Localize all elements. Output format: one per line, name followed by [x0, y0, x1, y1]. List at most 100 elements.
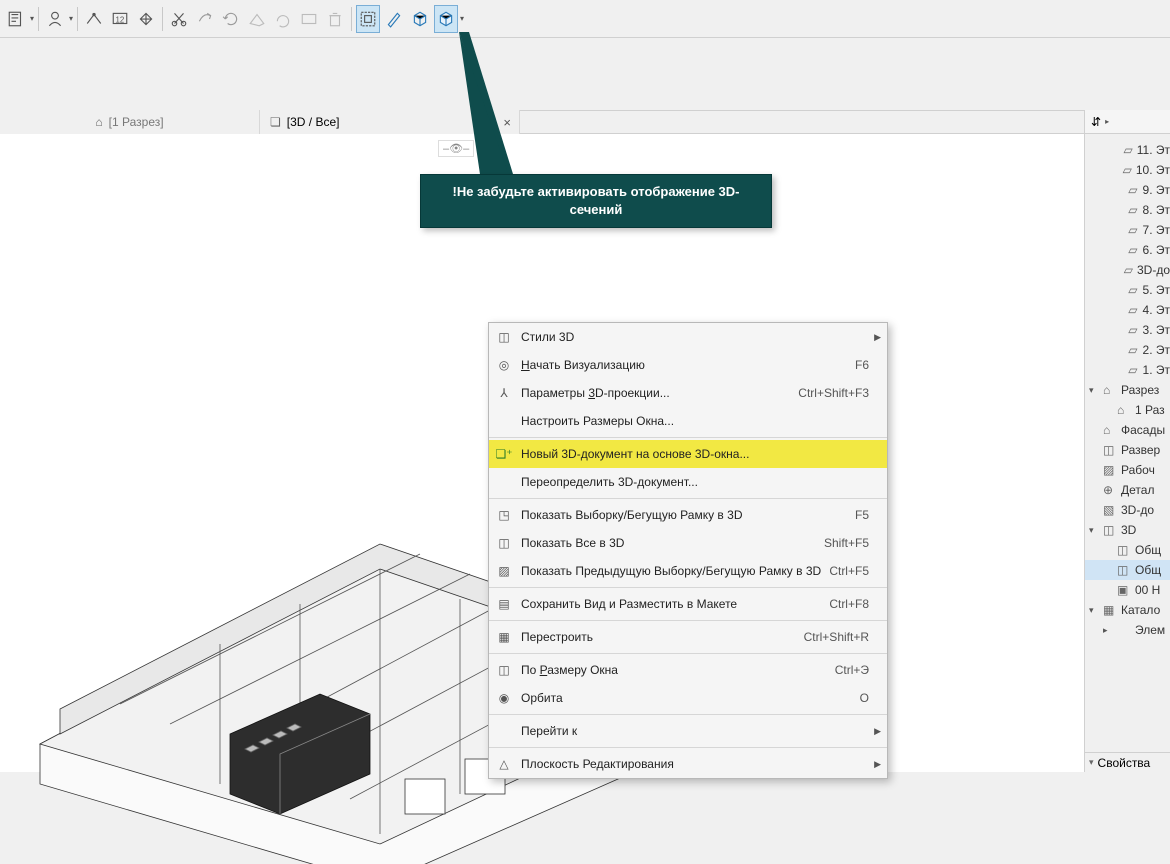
tree-item-icon: ▱	[1128, 203, 1138, 217]
tree-item-label: Фасады	[1121, 423, 1165, 437]
dropdown-arrow-icon[interactable]: ▾	[460, 14, 464, 23]
menu-show-all[interactable]: ◫ Показать Все в 3D Shift+F5	[489, 529, 887, 557]
tree-item-icon: ▱	[1128, 363, 1138, 377]
tree-item[interactable]: ▱ 2. Эт	[1085, 340, 1170, 360]
menu-3d-projection[interactable]: ⅄ Параметры 3D-проекции... Ctrl+Shift+F3	[489, 379, 887, 407]
menu-redefine-3d-doc[interactable]: Переопределить 3D-документ...	[489, 468, 887, 496]
marquee-button[interactable]	[356, 5, 380, 33]
tree-item[interactable]: ▨Рабоч	[1085, 460, 1170, 480]
tree-item[interactable]: ▱8. Эт	[1085, 200, 1170, 220]
dropdown-arrow-icon[interactable]: ▾	[69, 14, 73, 23]
menu-separator	[489, 747, 887, 748]
tree-item[interactable]	[1085, 640, 1170, 660]
path-button[interactable]	[245, 5, 269, 33]
tree-item-label: 3D-до	[1137, 263, 1170, 277]
tree-item-icon: ◫	[1103, 443, 1117, 457]
tree-item-label: Детал	[1121, 483, 1154, 497]
3dview-button[interactable]	[434, 5, 458, 33]
3dcut-button[interactable]	[408, 5, 432, 33]
dim-button[interactable]: 12	[108, 5, 132, 33]
tree-item[interactable]: ▱3. Эт	[1085, 320, 1170, 340]
cut-button[interactable]	[167, 5, 191, 33]
tree-item-icon: ⌂	[1103, 423, 1117, 437]
tree-item[interactable]: ▱6. Эт	[1085, 240, 1170, 260]
file-button[interactable]	[4, 5, 28, 33]
snap-button[interactable]	[82, 5, 106, 33]
menu-show-selection[interactable]: ◳ Показать Выборку/Бегущую Рамку в 3D F5	[489, 501, 887, 529]
rotate-button[interactable]	[219, 5, 243, 33]
tree-item-icon: ▱	[1128, 243, 1138, 257]
all-cube-icon: ◫	[489, 536, 519, 550]
tree-item-label: 1 Раз	[1135, 403, 1165, 417]
tree-item[interactable]: ▣00 Н	[1085, 580, 1170, 600]
tree-item[interactable]: ▱9. Эт	[1085, 180, 1170, 200]
tree-item-icon: ▣	[1117, 583, 1131, 597]
edit-button[interactable]	[382, 5, 406, 33]
close-icon[interactable]: ×	[503, 115, 511, 130]
move-button[interactable]	[193, 5, 217, 33]
tree-item-icon: ▱	[1124, 143, 1133, 157]
tree-item[interactable]: ◫Развер	[1085, 440, 1170, 460]
menu-start-render[interactable]: ◎ Начать Визуализацию F6	[489, 351, 887, 379]
tree-item-icon: ▱	[1128, 223, 1138, 237]
tree-item-icon: ▦	[1103, 603, 1117, 617]
tree-item-label: Разрез	[1121, 383, 1159, 397]
anchor-button[interactable]	[134, 5, 158, 33]
tree-item-icon: ▱	[1128, 343, 1138, 357]
styles-icon: ◫	[489, 330, 519, 344]
menu-fit-window[interactable]: ◫ По Размеру Окна Ctrl+Э	[489, 656, 887, 684]
redo-button[interactable]	[271, 5, 295, 33]
tree-item[interactable]: ▱11. Эт	[1085, 140, 1170, 160]
menu-styles-3d[interactable]: ◫ Стили 3D ▶	[489, 323, 887, 351]
tree-item[interactable]: ▱4. Эт	[1085, 300, 1170, 320]
tree-item-icon: ▱	[1124, 263, 1133, 277]
menu-separator	[489, 498, 887, 499]
menu-edit-plane[interactable]: △ Плоскость Редактирования ▶	[489, 750, 887, 778]
tree-item[interactable]: ▱5. Эт	[1085, 280, 1170, 300]
properties-collapser[interactable]: ▾ Свойства	[1085, 752, 1170, 772]
menu-save-view[interactable]: ▤ Сохранить Вид и Разместить в Макете Ct…	[489, 590, 887, 618]
trash-button[interactable]	[323, 5, 347, 33]
tree-item[interactable]: ▱7. Эт	[1085, 220, 1170, 240]
menu-window-size[interactable]: Настроить Размеры Окна...	[489, 407, 887, 435]
tree-item-icon: ▱	[1128, 303, 1138, 317]
tree-item-label: 2. Эт	[1143, 343, 1170, 357]
chevron-down-icon: ▾	[1089, 757, 1094, 768]
tree-item-icon: ⌂	[1103, 383, 1117, 397]
rect-button[interactable]	[297, 5, 321, 33]
tree-item[interactable]: ⊕Детал	[1085, 480, 1170, 500]
tree-item-icon: ▱	[1123, 163, 1132, 177]
camera-icon: ◎	[489, 358, 519, 372]
menu-new-3d-doc[interactable]: ❏⁺ Новый 3D-документ на основе 3D-окна..…	[489, 440, 887, 468]
user-button[interactable]	[43, 5, 67, 33]
new-doc-icon: ❏⁺	[489, 447, 519, 461]
tab-3d[interactable]: ❏ [3D / Все] ×	[260, 110, 520, 134]
tree-item-label: 3D-до	[1121, 503, 1154, 517]
tree-item[interactable]: ◫3D	[1085, 520, 1170, 540]
dropdown-arrow-icon[interactable]: ▾	[30, 14, 34, 23]
tab-section[interactable]: ⌂ [1 Разрез]	[0, 110, 260, 134]
prev-cube-icon: ▨	[489, 564, 519, 578]
tree-item[interactable]: ▦Катало	[1085, 600, 1170, 620]
tree-item[interactable]: ▱10. Эт	[1085, 160, 1170, 180]
tree-item-icon: ▱	[1128, 323, 1138, 337]
view-indicator[interactable]: –👁–	[438, 140, 474, 157]
tree-item[interactable]: ▱1. Эт	[1085, 360, 1170, 380]
navigator-panel: ⇵ ▸ ▱11. Эт▱10. Эт▱9. Эт▱8. Эт▱7. Эт▱6. …	[1084, 110, 1170, 772]
tree-item[interactable]: ⌂1 Раз	[1085, 400, 1170, 420]
navigator-header[interactable]: ⇵ ▸	[1085, 110, 1170, 134]
callout-tooltip: !Не забудьте активировать отображение 3D…	[420, 174, 772, 228]
tree-item[interactable]: ◫Общ	[1085, 560, 1170, 580]
menu-show-prev[interactable]: ▨ Показать Предыдущую Выборку/Бегущую Ра…	[489, 557, 887, 585]
menu-separator	[489, 587, 887, 588]
tree-item[interactable]: Элем	[1085, 620, 1170, 640]
menu-goto[interactable]: Перейти к ▶	[489, 717, 887, 745]
tree-item[interactable]: ▧3D-до	[1085, 500, 1170, 520]
tree-item-icon: ◫	[1103, 523, 1117, 537]
menu-rebuild[interactable]: ▦ Перестроить Ctrl+Shift+R	[489, 623, 887, 651]
menu-orbit[interactable]: ◉ Орбита O	[489, 684, 887, 712]
tree-item[interactable]: ▱ 3D-до	[1085, 260, 1170, 280]
tree-item[interactable]: ◫Общ	[1085, 540, 1170, 560]
tree-item[interactable]: ⌂ Фасады	[1085, 420, 1170, 440]
tree-item[interactable]: ⌂ Разрез	[1085, 380, 1170, 400]
